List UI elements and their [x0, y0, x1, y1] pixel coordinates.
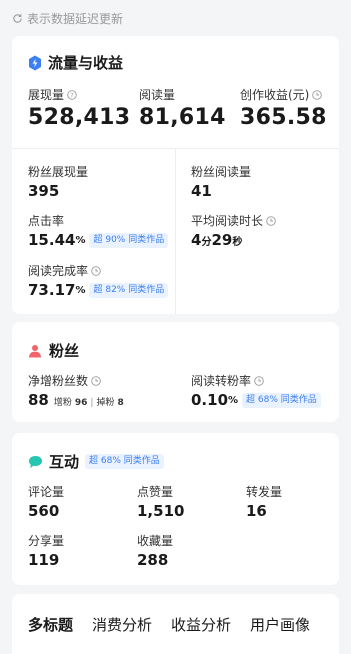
completion-unit: % [75, 284, 86, 296]
fans-title: 粉丝 [28, 340, 79, 361]
notice-text: 表示数据延迟更新 [27, 11, 124, 26]
reads-metric: 阅读量 81,614 [139, 86, 226, 130]
lost-value: 8 [117, 398, 124, 408]
fan-impressions-value: 395 [28, 182, 60, 200]
gain-lost-separator: | [90, 398, 94, 408]
avg-read-time-label: 平均阅读时长 [191, 214, 264, 228]
completion-metric: 阅读完成率 73.17% 超 82% 同类作品 [28, 262, 169, 299]
clock-icon[interactable] [91, 375, 101, 386]
svg-text:?: ? [70, 91, 73, 99]
tab-earnings-analysis[interactable]: 收益分析 [171, 614, 231, 635]
impressions-metric: 展现量 ? 528,413 [28, 86, 130, 130]
reads-value: 81,614 [139, 105, 226, 130]
seconds-unit: 秒 [232, 237, 243, 248]
clock-icon[interactable] [312, 89, 323, 100]
analysis-tab-bar: 多标题 消费分析 收益分析 用户画像 [12, 594, 339, 654]
interaction-card: 互动 超 68% 同类作品 评论量 560 点赞量 1,510 转发量 16 分… [12, 433, 339, 585]
avg-read-seconds: 29 [211, 231, 233, 249]
interaction-title-text: 互动 [49, 453, 80, 471]
comments-metric: 评论量 560 [28, 483, 64, 520]
net-gain-value: 88 [28, 391, 49, 409]
data-delay-notice: 表示数据延迟更新 [0, 0, 351, 36]
refresh-icon [13, 13, 22, 23]
earnings-label: 创作收益(元) [240, 88, 310, 102]
conversion-unit: % [228, 394, 239, 406]
traffic-card: 流量与收益 展现量 ? 528,413 阅读量 81,614 创作收益(元) 3… [12, 36, 339, 314]
fans-title-text: 粉丝 [49, 342, 80, 360]
reposts-metric: 转发量 16 [246, 483, 282, 520]
impressions-value: 528,413 [28, 105, 131, 130]
gain-label: 增粉 [53, 398, 72, 408]
chat-bubble-icon [29, 455, 42, 468]
conversion-label: 阅读转粉率 [191, 374, 252, 388]
minutes-unit: 分 [201, 237, 212, 248]
lost-label: 掉粉 [96, 398, 115, 408]
shares-metric: 分享量 119 [28, 532, 64, 569]
favorites-label: 收藏量 [137, 534, 174, 548]
comments-value: 560 [28, 502, 60, 520]
reposts-value: 16 [246, 502, 267, 520]
completion-label: 阅读完成率 [28, 264, 89, 278]
earnings-metric: 创作收益(元) 365.58 [240, 86, 327, 130]
fan-reads-metric: 粉丝阅读量 41 [191, 163, 251, 200]
clock-icon[interactable] [266, 215, 276, 226]
clock-icon[interactable] [254, 375, 264, 386]
fan-reads-value: 41 [191, 182, 212, 200]
fan-impressions-metric: 粉丝展现量 395 [28, 163, 88, 200]
avg-read-minutes: 4 [191, 231, 202, 249]
conversion-badge: 超 68% 同类作品 [242, 392, 321, 408]
fans-card: 粉丝 净增粉丝数 88 增粉 96 | 掉粉 8 阅读转粉率 0.10% 超 6… [12, 322, 339, 422]
conversion-value: 0.10 [191, 391, 229, 409]
ctr-metric: 点击率 15.44% 超 90% 同类作品 [28, 212, 169, 249]
impressions-label: 展现量 [28, 88, 65, 102]
ctr-value: 15.44 [28, 231, 76, 249]
person-icon [29, 344, 41, 357]
fan-impressions-label: 粉丝展现量 [28, 165, 89, 179]
ctr-badge: 超 90% 同类作品 [89, 232, 169, 248]
avg-read-time-metric: 平均阅读时长 4 分 29 秒 [191, 212, 276, 249]
ctr-label: 点击率 [28, 214, 65, 228]
net-gain-label: 净增粉丝数 [28, 374, 89, 388]
tab-consumption-analysis[interactable]: 消费分析 [92, 614, 152, 635]
ctr-unit: % [75, 234, 86, 246]
reads-label: 阅读量 [139, 88, 176, 102]
shares-label: 分享量 [28, 534, 65, 548]
likes-label: 点赞量 [137, 485, 174, 499]
tab-multi-title[interactable]: 多标题 [28, 614, 73, 635]
interaction-title: 互动 超 68% 同类作品 [28, 451, 164, 472]
lightning-icon [29, 55, 41, 70]
completion-badge: 超 82% 同类作品 [89, 282, 169, 298]
earnings-value: 365.58 [240, 105, 327, 130]
likes-value: 1,510 [137, 502, 185, 520]
shares-value: 119 [28, 551, 60, 569]
gain-value: 96 [74, 398, 88, 408]
tab-user-profile[interactable]: 用户画像 [250, 614, 310, 635]
fan-reads-label: 粉丝阅读量 [191, 165, 252, 179]
favorites-metric: 收藏量 288 [137, 532, 173, 569]
likes-metric: 点赞量 1,510 [137, 483, 184, 520]
interaction-badge: 超 68% 同类作品 [85, 454, 164, 469]
traffic-title: 流量与收益 [28, 52, 123, 73]
comments-label: 评论量 [28, 485, 65, 499]
completion-value: 73.17 [28, 281, 76, 299]
question-icon[interactable]: ? [67, 89, 77, 100]
reposts-label: 转发量 [246, 485, 283, 499]
traffic-vertical-divider [175, 148, 176, 314]
traffic-title-text: 流量与收益 [48, 54, 124, 72]
net-gain-metric: 净增粉丝数 88 增粉 96 | 掉粉 8 [28, 372, 124, 409]
clock-icon[interactable] [91, 265, 101, 276]
favorites-value: 288 [137, 551, 169, 569]
conversion-metric: 阅读转粉率 0.10% 超 68% 同类作品 [191, 372, 321, 409]
